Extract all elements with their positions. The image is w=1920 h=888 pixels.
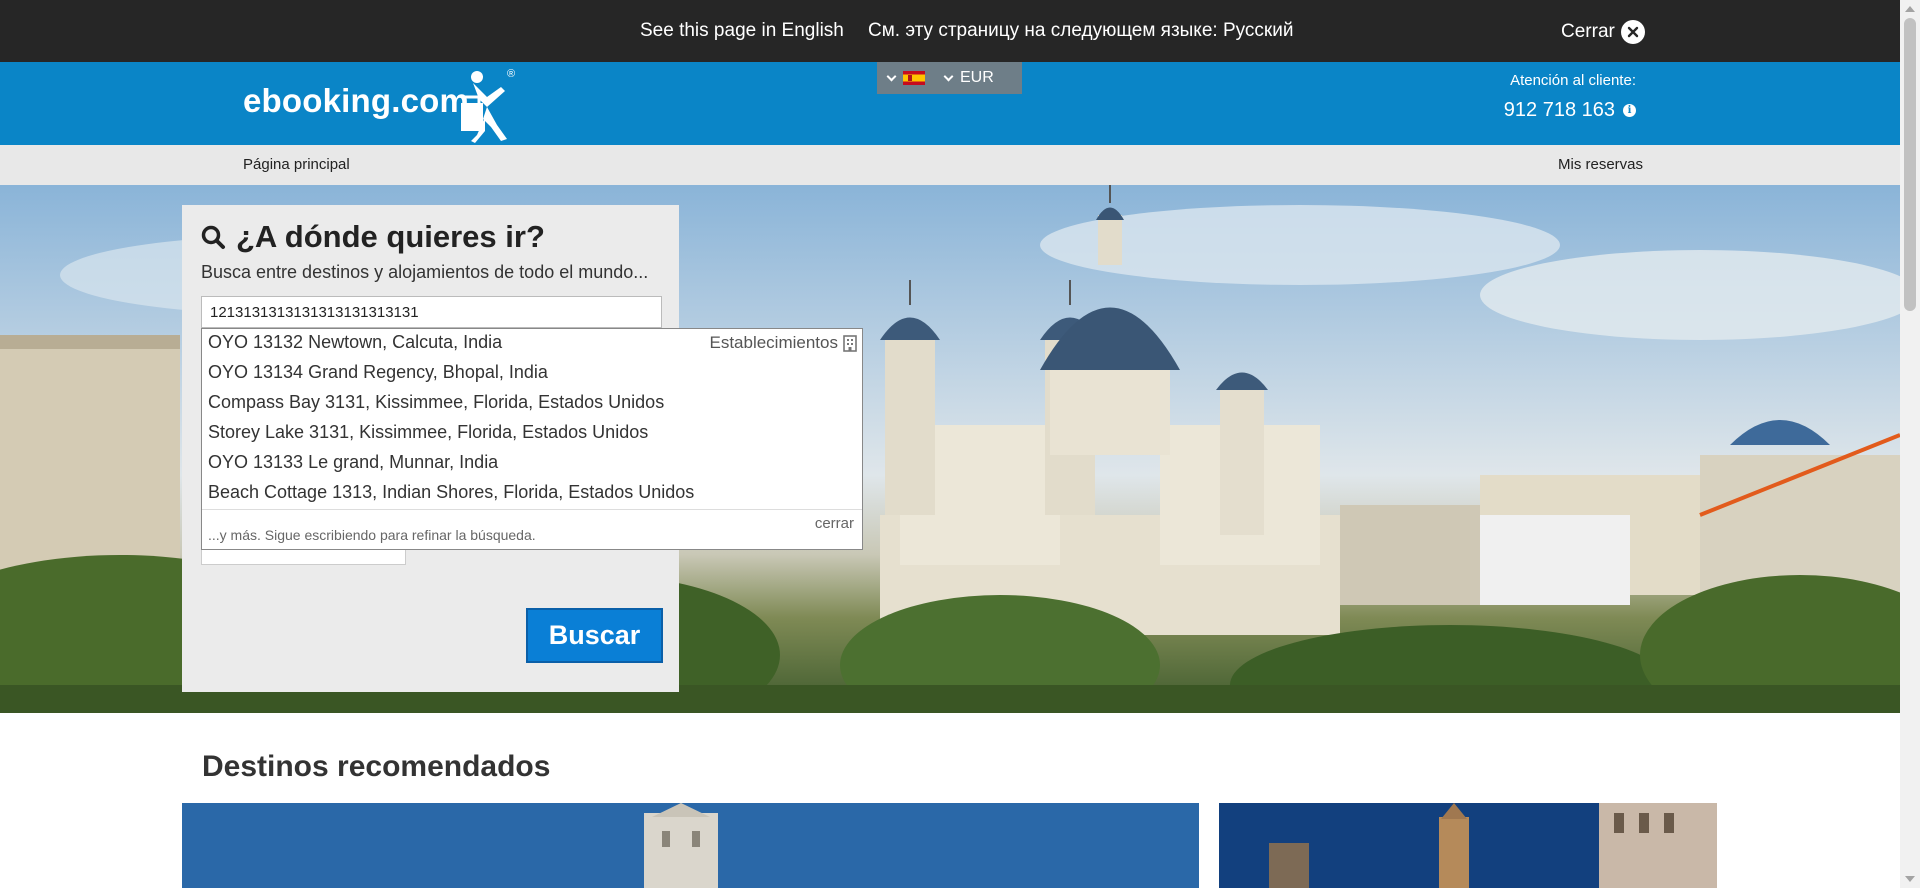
currency-label: EUR xyxy=(960,69,994,86)
site-header: ebooking.com ® EUR Atención al cliente: … xyxy=(0,62,1900,145)
page: See this page in English См. эту страниц… xyxy=(0,0,1920,888)
logo-traveler-icon: ® xyxy=(461,68,515,143)
logo[interactable]: ebooking.com ® xyxy=(242,66,532,144)
nav-reservations-link[interactable]: Mis reservas xyxy=(1558,156,1643,173)
autocomplete-item[interactable]: Compass Bay 3131, Kissimmee, Florida, Es… xyxy=(208,392,664,413)
language-selector[interactable] xyxy=(886,71,925,85)
currency-selector[interactable]: EUR xyxy=(943,69,994,87)
destination-search-input[interactable] xyxy=(201,296,662,328)
building-icon xyxy=(843,335,857,352)
search-title-text: ¿A dónde quieres ir? xyxy=(236,219,545,254)
translate-bar: See this page in English См. эту страниц… xyxy=(0,0,1900,62)
destination-card-image xyxy=(1219,803,1717,888)
logo-text: ebooking.com xyxy=(243,82,470,119)
category-label: Establecimientos xyxy=(709,333,858,353)
customer-service-label: Atención al cliente: xyxy=(1510,72,1636,89)
autocomplete-item[interactable]: Beach Cottage 1313, Indian Shores, Flori… xyxy=(208,482,694,503)
autocomplete-item[interactable]: OYO 13134 Grand Regency, Bhopal, India xyxy=(208,362,548,383)
language-currency-selector: EUR xyxy=(877,62,1022,94)
autocomplete-dropdown: Establecimientos OYO 13132 Newtown, Calc… xyxy=(201,328,863,550)
autocomplete-item[interactable]: Storey Lake 3131, Kissimmee, Florida, Es… xyxy=(208,422,648,443)
spain-flag-icon xyxy=(903,71,925,85)
search-subtitle: Busca entre destinos y alojamientos de t… xyxy=(201,262,649,282)
search-title: ¿A dónde quieres ir? xyxy=(200,219,545,255)
close-icon xyxy=(1620,20,1645,44)
translate-english-link[interactable]: See this page in English xyxy=(640,20,844,42)
page-scrollbar[interactable] xyxy=(1900,0,1920,888)
autocomplete-item[interactable]: OYO 13132 Newtown, Calcuta, India xyxy=(208,332,502,353)
divider xyxy=(202,509,862,510)
scroll-up-arrow-icon[interactable] xyxy=(1905,6,1915,12)
search-button[interactable]: Buscar xyxy=(526,608,663,663)
customer-service: Atención al cliente: 912 718 163 i xyxy=(1504,72,1636,122)
phone-number: 912 718 163 xyxy=(1503,99,1615,121)
category-label-text: Establecimientos xyxy=(709,333,838,352)
info-icon[interactable]: i xyxy=(1623,104,1636,117)
nav-home-link[interactable]: Página principal xyxy=(243,156,350,173)
recommended-title: Destinos recomendados xyxy=(202,750,551,783)
main-nav: Página principal Mis reservas xyxy=(0,145,1900,185)
autocomplete-more-text: ...y más. Sigue escribiendo para refinar… xyxy=(208,527,536,543)
destination-card[interactable] xyxy=(182,803,1199,888)
chevron-down-icon xyxy=(886,71,897,81)
destination-card[interactable] xyxy=(1219,803,1717,888)
scrollbar-thumb[interactable] xyxy=(1904,18,1916,311)
destination-card-image xyxy=(182,803,1199,888)
search-icon xyxy=(201,225,225,249)
translate-close-label: Cerrar xyxy=(1561,21,1615,42)
chevron-down-icon xyxy=(943,71,954,81)
autocomplete-close-link[interactable]: cerrar xyxy=(815,515,854,532)
translate-close-button[interactable]: Cerrar xyxy=(1561,20,1645,44)
registered-mark: ® xyxy=(507,68,515,80)
scroll-down-arrow-icon[interactable] xyxy=(1905,876,1915,882)
autocomplete-item[interactable]: OYO 13133 Le grand, Munnar, India xyxy=(208,452,498,473)
customer-service-phone[interactable]: 912 718 163 i xyxy=(1504,99,1636,122)
translate-russian-link[interactable]: См. эту страницу на следующем языке: Рус… xyxy=(868,20,1293,42)
